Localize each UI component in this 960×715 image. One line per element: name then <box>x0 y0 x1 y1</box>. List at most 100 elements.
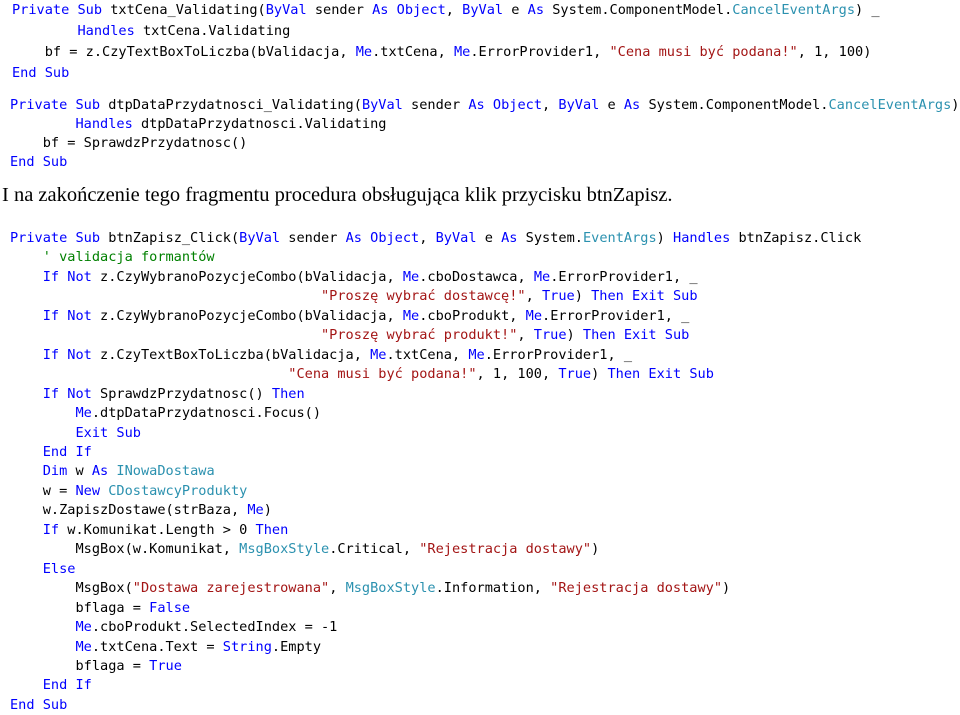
code-line: Private Sub dtpDataPrzydatnosci_Validati… <box>10 96 960 115</box>
code-line: End If <box>10 443 861 462</box>
keyword-token: ByVal <box>435 230 485 246</box>
code-line: End If <box>10 676 861 695</box>
code-token: .ErrorProvider1, _ <box>542 307 690 324</box>
keyword-token: True <box>533 327 567 344</box>
code-token: bf = z.CzyTextBoxToLiczba(bValidacja, <box>12 44 356 60</box>
code-token: dtpDataPrzydatnosci.Validating <box>140 116 387 132</box>
code-token: , <box>542 97 559 113</box>
keyword-token: Then Exit Sub <box>582 327 690 344</box>
code-line: Dim w As INowaDostawa <box>10 462 861 481</box>
code-line: End Sub <box>12 63 880 84</box>
code-line: "Proszę wybrać dostawcę!", True) Then Ex… <box>10 287 861 306</box>
code-token: .Critical, <box>329 541 420 558</box>
keyword-token: As Object <box>372 2 446 18</box>
code-line: "Proszę wybrać produkt!", True) Then Exi… <box>10 326 861 345</box>
code-token: sender <box>314 2 373 18</box>
code-token: w <box>75 463 92 480</box>
string-token: "Proszę wybrać dostawcę!" <box>321 288 526 305</box>
keyword-token: As <box>501 230 526 246</box>
prose-paragraph: I na zakończenie tego fragmentu procedur… <box>2 184 673 206</box>
type-token: MsgBoxStyle <box>239 541 330 558</box>
code-token: bflaga = <box>10 657 150 674</box>
keyword-token: Me <box>247 502 264 519</box>
keyword-token: Me <box>10 638 92 655</box>
code-line: Me.cboProdukt.SelectedIndex = -1 <box>10 618 861 637</box>
code-token: ) <box>574 288 592 305</box>
code-token: .dtpDataPrzydatnosci.Focus() <box>91 405 321 422</box>
string-token: "Cena musi być podana!" <box>609 44 798 60</box>
keyword-token: As Object <box>345 230 420 246</box>
code-token: e <box>511 2 528 18</box>
code-line: MsgBox("Dostawa zarejestrowana", MsgBoxS… <box>10 579 861 598</box>
code-token: txtCena.Validating <box>142 23 291 39</box>
code-token: ) <box>591 366 608 383</box>
code-token: , <box>419 230 436 246</box>
type-token: EventArgs <box>582 230 657 246</box>
code-line: Me.dtpDataPrzydatnosci.Focus() <box>10 404 861 423</box>
code-line: Else <box>10 560 861 579</box>
code-token: .ErrorProvider1, <box>470 44 610 60</box>
type-token: MsgBoxStyle <box>345 580 436 597</box>
keyword-token: Then Exit Sub <box>591 288 698 305</box>
code-token: e <box>484 230 502 246</box>
keyword-token: True <box>149 657 182 674</box>
keyword-token: If <box>10 521 68 538</box>
code-line: bflaga = True <box>10 657 861 676</box>
code-token: w.Komunikat.Length > 0 <box>67 521 256 538</box>
code-token: .cboDostawca, <box>419 268 534 285</box>
code-line: End Sub <box>10 696 861 715</box>
code-line: If Not z.CzyTextBoxToLiczba(bValidacja, … <box>10 346 861 365</box>
code-line: bf = SprawdzPrzydatnosc() <box>10 134 960 153</box>
code-token: e <box>607 97 624 113</box>
code-token: bf = SprawdzPrzydatnosc() <box>10 135 248 151</box>
keyword-token: True <box>541 288 575 305</box>
code-line: Private Sub txtCena_Validating(ByVal sen… <box>12 0 880 21</box>
code-block-txtcena-validating: Private Sub txtCena_Validating(ByVal sen… <box>12 0 880 84</box>
code-line: bf = z.CzyTextBoxToLiczba(bValidacja, Me… <box>12 42 880 63</box>
code-line: MsgBox(w.Komunikat, MsgBoxStyle.Critical… <box>10 540 861 559</box>
keyword-token: Handles <box>12 23 143 39</box>
code-token: z.CzyWybranoPozycjeCombo(bValidacja, <box>100 268 403 285</box>
type-token: CancelEventArgs <box>732 2 856 18</box>
keyword-token: Me <box>10 405 92 422</box>
keyword-token: False <box>149 599 191 616</box>
string-token: "Rejestracja dostawy" <box>419 541 592 558</box>
code-token: , 1, 100, <box>476 366 559 383</box>
type-token: CDostawcyProdukty <box>108 482 248 499</box>
keyword-token: Me <box>370 346 387 363</box>
keyword-token: If Not <box>10 346 101 363</box>
code-token: , <box>517 327 534 344</box>
code-token: ) <box>656 230 674 246</box>
keyword-token: Dim <box>10 463 76 480</box>
code-line: "Cena musi być podana!", 1, 100, True) T… <box>10 365 861 384</box>
code-token: , <box>329 580 346 597</box>
keyword-token: Me <box>533 268 551 285</box>
code-line: Handles dtpDataPrzydatnosci.Validating <box>10 115 960 134</box>
code-token: .Information, <box>435 580 551 597</box>
code-token: bflaga = <box>10 599 150 616</box>
code-token: w = <box>10 482 76 499</box>
keyword-token: Private Sub <box>10 97 109 113</box>
code-token: , <box>525 288 542 305</box>
keyword-token: ByVal <box>558 97 608 113</box>
code-line: ' validacja formantów <box>10 248 861 267</box>
code-token: , 1, 100) <box>797 44 872 60</box>
code-token: ) _ <box>855 2 880 18</box>
code-token: btnZapisz_Click( <box>108 230 240 246</box>
keyword-token: ByVal <box>462 2 512 18</box>
keyword-token: Else <box>10 560 76 577</box>
string-token: "Proszę wybrać produkt!" <box>321 327 518 344</box>
keyword-token: As <box>527 2 553 18</box>
keyword-token: Me <box>468 346 485 363</box>
keyword-token: Handles <box>10 116 141 132</box>
code-token: z.CzyTextBoxToLiczba(bValidacja, <box>100 346 371 363</box>
keyword-token: As <box>91 463 117 480</box>
keyword-token: End Sub <box>12 65 70 81</box>
keyword-token: New <box>75 482 109 499</box>
code-token: btnZapisz.Click <box>738 230 862 246</box>
code-token: ) <box>263 502 272 519</box>
code-line: If w.Komunikat.Length > 0 Then <box>10 521 861 540</box>
keyword-token: End If <box>10 443 92 460</box>
